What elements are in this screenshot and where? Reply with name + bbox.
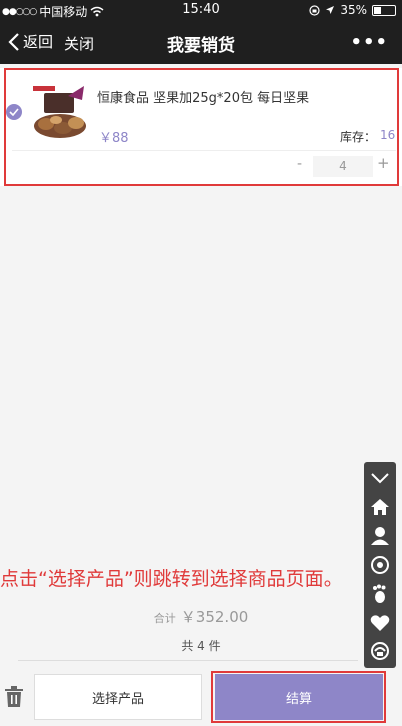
product-price: ￥88 <box>99 131 129 146</box>
battery-percent: 35% <box>340 3 367 17</box>
status-bar: ●●○○○ 中国移动 15:40 35% <box>0 0 402 20</box>
profile-button[interactable] <box>368 524 392 548</box>
quantity-input[interactable] <box>313 156 373 177</box>
circle-button[interactable] <box>368 553 392 577</box>
collapse-toolbar-button[interactable] <box>368 466 392 490</box>
back-label: 返回 <box>23 33 54 51</box>
cart-item: 恒康食品 坚果加25g*20包 每日坚果 ￥88 库存： 16 - + <box>0 68 402 186</box>
select-product-button[interactable]: 选择产品 <box>34 674 202 720</box>
circle-icon <box>371 555 389 574</box>
page-title: 我要销货 <box>167 36 235 56</box>
product-name[interactable]: 恒康食品 坚果加25g*20包 每日坚果 <box>97 87 309 106</box>
check-icon <box>9 108 19 116</box>
close-button[interactable]: 关闭 <box>64 33 94 54</box>
total-value: ￥352.00 <box>180 608 249 626</box>
footprint-button[interactable] <box>368 582 392 606</box>
footprint-icon <box>373 584 386 603</box>
stock-label: 库存： <box>340 130 377 144</box>
quantity-decrease-button[interactable]: - <box>297 156 302 172</box>
divider <box>12 150 396 151</box>
stock-value: 16 <box>380 128 396 142</box>
total-row: 合计 ￥352.00 <box>0 606 402 627</box>
product-image[interactable] <box>30 82 90 142</box>
chevron-left-icon <box>8 32 19 51</box>
user-icon <box>371 527 389 546</box>
page: ●●○○○ 中国移动 15:40 35% 返回 关闭 我要销货 ••• 恒康食品… <box>0 0 402 726</box>
more-menu-button[interactable]: ••• <box>350 32 388 53</box>
location-icon <box>326 6 335 14</box>
checkout-button[interactable]: 结算 <box>215 674 383 720</box>
quantity-increase-button[interactable]: + <box>377 154 390 172</box>
rotation-lock-icon <box>309 4 320 16</box>
total-label: 合计 <box>153 612 176 625</box>
back-button[interactable]: 返回 <box>8 31 53 52</box>
home-button[interactable] <box>368 495 392 519</box>
trash-icon[interactable] <box>4 686 24 708</box>
battery-icon <box>372 4 396 16</box>
annotation-text: 点击“选择产品”则跳转到选择商品页面。 <box>0 568 343 590</box>
divider <box>18 660 358 661</box>
chevron-down-icon <box>371 473 389 484</box>
home-icon <box>371 499 389 516</box>
item-select-checkbox[interactable] <box>6 104 22 120</box>
item-count: 共 4 件 <box>181 639 221 653</box>
nav-bar: 返回 关闭 我要销货 ••• <box>0 20 402 64</box>
